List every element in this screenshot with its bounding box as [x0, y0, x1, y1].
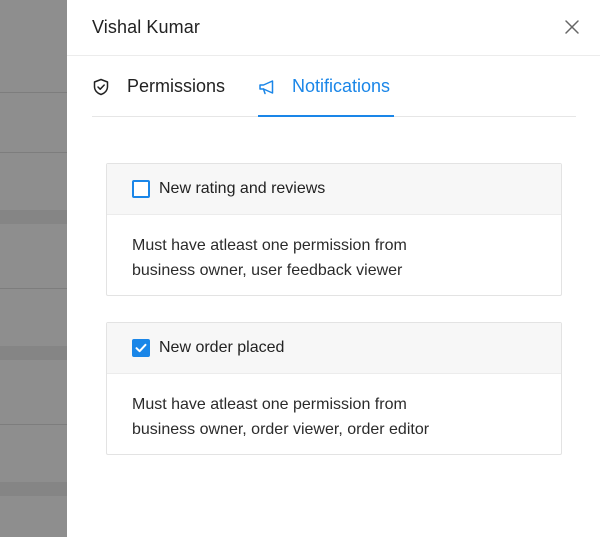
backdrop-divider [0, 92, 67, 93]
checkbox-order[interactable] [132, 339, 150, 357]
backdrop-divider [0, 424, 67, 425]
tab-bar: Permissions Notifications [92, 56, 576, 117]
tab-permissions[interactable]: Permissions [92, 56, 225, 117]
description-line: Must have atleast one permission from [132, 237, 407, 254]
description-line: Must have atleast one permission from [132, 396, 407, 413]
backdrop-band [0, 210, 67, 224]
close-icon [565, 20, 579, 34]
checkbox-rating[interactable] [132, 180, 150, 198]
backdrop-divider [0, 288, 67, 289]
page-backdrop[interactable] [0, 0, 67, 537]
active-tab-indicator [258, 115, 394, 117]
backdrop-divider [0, 152, 67, 153]
notification-label: New order placed [159, 339, 285, 356]
tab-notifications[interactable]: Notifications [258, 56, 390, 117]
backdrop-band [0, 482, 67, 496]
megaphone-icon [259, 79, 274, 94]
notification-card-order: New order placed Must have atleast one p… [106, 322, 562, 455]
tab-notifications-label: Notifications [292, 76, 391, 96]
notification-label: New rating and reviews [159, 180, 326, 197]
close-button[interactable] [562, 17, 582, 37]
notification-description: Must have atleast one permission from bu… [107, 374, 561, 442]
notification-card-rating: New rating and reviews Must have atleast… [106, 163, 562, 296]
drawer-header: Vishal Kumar [67, 0, 600, 56]
user-drawer: Vishal Kumar Permissions Notifications N… [67, 0, 600, 537]
description-line: business owner, user feedback viewer [132, 262, 403, 279]
notification-toggle-rating[interactable]: New rating and reviews [107, 164, 561, 215]
notification-toggle-order[interactable]: New order placed [107, 323, 561, 374]
shield-check-icon [93, 78, 109, 95]
checkmark-icon [135, 343, 147, 353]
drawer-title: Vishal Kumar [92, 17, 200, 37]
description-line: business owner, order viewer, order edit… [132, 421, 430, 438]
notification-description: Must have atleast one permission from bu… [107, 215, 561, 283]
tab-permissions-label: Permissions [127, 76, 226, 96]
backdrop-band [0, 346, 67, 360]
